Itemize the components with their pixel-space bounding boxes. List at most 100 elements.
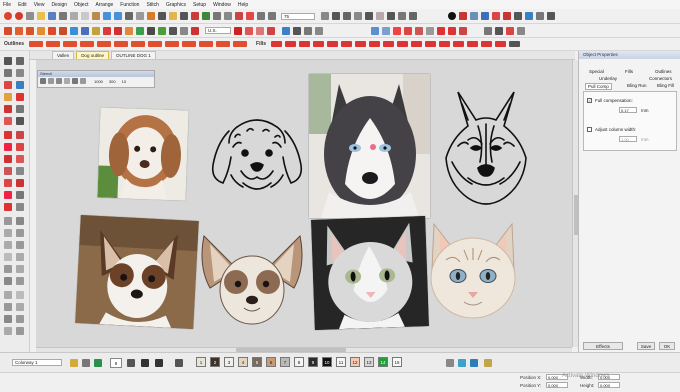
guide-tool-icon[interactable] [16,217,24,225]
outline-motif-icon[interactable] [131,41,146,47]
tab-pull-comp[interactable]: Pull Comp [585,83,612,90]
color-swatch[interactable]: 15 [392,357,402,367]
view-icon[interactable] [365,12,373,20]
open-folder-icon[interactable] [37,12,45,20]
monogram-tool-icon[interactable] [16,117,24,125]
bling-icon[interactable] [459,12,467,20]
outline-stemstitch-icon[interactable] [97,41,112,47]
menu-setup[interactable]: Setup [193,2,206,8]
zoom-select[interactable]: 75 [281,12,315,20]
units-select[interactable]: U.S. [205,27,231,34]
info-icon[interactable] [448,12,456,20]
adjust-width-input[interactable]: 1.00 [619,136,637,142]
product-icon[interactable] [470,12,478,20]
artistic-view-icon[interactable] [235,12,243,20]
papillon-photo[interactable] [75,214,199,330]
chenille-icon[interactable] [404,26,412,35]
outline-zigzag-icon[interactable] [148,41,163,47]
fill-contour-icon[interactable] [327,41,339,47]
tab-dog-outline[interactable]: Dog outline [76,51,109,59]
outline-e-stitch-icon[interactable] [165,41,180,47]
stencil-line-icon[interactable] [64,78,70,84]
stencil-break-icon[interactable] [72,78,78,84]
app-logo-icon[interactable] [4,12,12,20]
fill-motif-icon[interactable] [341,41,353,47]
branching-icon[interactable] [16,179,24,187]
redo-icon[interactable] [114,12,122,20]
arrow-icon[interactable] [103,26,111,35]
star-icon[interactable] [125,26,133,35]
stencil-pointer-icon[interactable] [40,78,46,84]
cat-photo[interactable] [311,216,429,330]
menu-function[interactable]: Function [120,2,139,8]
refresh-icon[interactable] [354,12,362,20]
align-icon[interactable] [256,26,264,35]
smart-join-icon[interactable] [4,191,12,199]
doodle-outline-stitch[interactable] [207,113,307,198]
reshape-tool-icon[interactable] [16,57,24,65]
zoom-out-icon[interactable] [257,12,265,20]
color-swatch[interactable]: 2 [210,357,220,367]
stencil-node-icon[interactable] [48,78,54,84]
stitch-angle-icon[interactable] [4,179,12,187]
zoom-in-icon[interactable] [268,12,276,20]
pointer-tool-icon[interactable] [4,57,12,65]
elastic-icon[interactable] [282,26,290,35]
cut-icon[interactable] [70,12,78,20]
outline-bead-icon[interactable] [216,41,231,47]
color-swatch[interactable]: 3 [224,357,234,367]
tab-bling-fill[interactable]: Bling Fill [657,83,674,88]
group-icon[interactable] [4,291,12,299]
rotate-icon[interactable] [16,229,24,237]
node-icon[interactable] [409,12,417,20]
stencil-curve-icon[interactable] [56,78,62,84]
layout-icon[interactable] [536,12,544,20]
outline-offset-icon[interactable] [16,265,24,273]
color-swatch[interactable]: 6 [266,357,276,367]
merge-icon[interactable] [245,26,253,35]
menu-graphics[interactable]: Graphics [166,2,186,8]
outline-sculpture-icon[interactable] [182,41,197,47]
remove-overlaps-icon[interactable] [315,26,323,35]
skew-icon[interactable] [16,241,24,249]
tab-bling-run[interactable]: Bling Run [627,83,647,88]
knife-icon[interactable] [387,12,395,20]
show-icon[interactable] [224,12,232,20]
cut-tool-icon[interactable] [4,167,12,175]
fill-trapunto-icon[interactable] [411,41,423,47]
fill-photo-icon[interactable] [509,41,521,47]
color-eyedropper-icon[interactable] [446,359,454,367]
polygon-select-icon[interactable] [16,69,24,77]
fill-satin-icon[interactable] [285,41,297,47]
cross-tool-icon[interactable] [16,155,24,163]
select-icon[interactable] [125,12,133,20]
cloud-icon[interactable] [525,12,533,20]
effects-button[interactable]: Effects [583,342,623,350]
kaleido-icon[interactable] [4,265,12,273]
tab-outline-dog-1[interactable]: OUTLINE DOG 1 [110,51,156,59]
fill-wave-icon[interactable] [313,41,325,47]
stencil-join-icon[interactable] [80,78,86,84]
wreath-icon[interactable] [16,253,24,261]
menu-arrange[interactable]: Arrange [95,2,113,8]
sequin-icon[interactable] [393,26,401,35]
add-color-icon[interactable] [141,359,149,367]
fill-textured-icon[interactable] [439,41,451,47]
undo-icon[interactable] [103,12,111,20]
contour-icon[interactable] [48,26,56,35]
color-swatch[interactable]: 13 [364,357,374,367]
bling-tool-icon[interactable] [4,143,12,151]
color-swatch[interactable]: 7 [280,357,290,367]
heart-icon[interactable] [492,12,500,20]
lettering-icon[interactable] [169,12,177,20]
menu-stitch[interactable]: Stitch [146,2,159,8]
grid-tool-icon[interactable] [4,217,12,225]
complex-fill-icon[interactable] [81,26,89,35]
outline-candle-icon[interactable] [199,41,214,47]
full-compensation-checkbox[interactable]: ✓ [587,98,592,103]
ribbon-icon[interactable] [484,26,492,35]
digitize-column-icon[interactable] [16,81,24,89]
distribute-icon[interactable] [267,26,275,35]
position-y-value[interactable]: 0.000 [546,382,568,388]
save-icon[interactable] [48,12,56,20]
